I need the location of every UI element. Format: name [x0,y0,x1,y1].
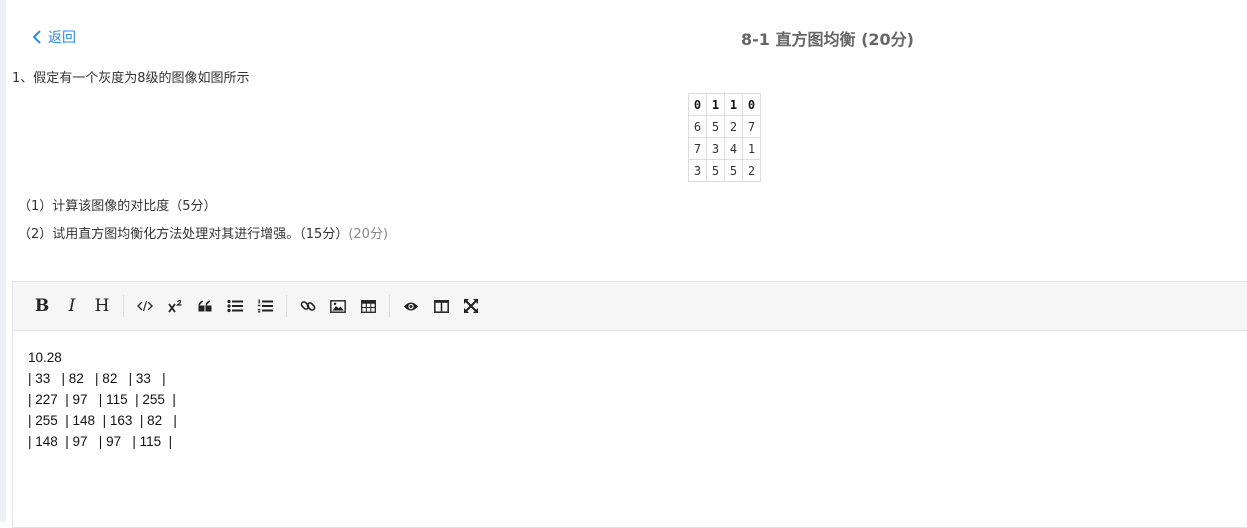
table-cell: 0 [742,93,761,116]
heading-button[interactable]: H [87,291,117,321]
page-title: 8-1 直方图均衡 (20分) [741,30,914,49]
table-cell: 3 [688,159,707,182]
gray-level-image-table: 0 1 1 0 6 5 2 7 7 3 4 1 3 5 5 2 [688,93,761,182]
markdown-editor: B I H 10.28 | 33 | 82 | 82 | 33 | | 227 … [12,281,1247,528]
table-cell: 2 [724,115,743,138]
bold-button[interactable]: B [27,291,57,321]
table-cell: 7 [742,115,761,138]
quote-icon [198,300,212,312]
table-cell: 6 [688,115,707,138]
back-button[interactable]: 返回 [32,27,76,47]
preview-button[interactable] [396,291,426,321]
table-cell: 2 [742,159,761,182]
toolbar-divider [123,295,124,317]
ordered-list-button[interactable] [250,291,280,321]
image-icon [330,299,346,313]
left-edge-bar [0,0,6,522]
chevron-left-icon [32,30,41,44]
table-row: 6 5 2 7 [688,115,761,138]
table-cell: 5 [706,115,725,138]
table-button[interactable] [353,291,383,321]
table-cell: 1 [706,93,725,116]
code-icon [137,300,153,312]
code-button[interactable] [130,291,160,321]
columns-icon [433,299,449,313]
bullet-list-button[interactable] [220,291,250,321]
question-intro: 1、假定有一个灰度为8级的图像如图所示 [12,71,250,86]
side-by-side-button[interactable] [426,291,456,321]
italic-button[interactable]: I [57,291,87,321]
fullscreen-button[interactable] [456,291,486,321]
table-header-row: 0 1 1 0 [688,93,761,116]
sub-question-1: （1）计算该图像的对比度（5分） [18,199,217,214]
ordered-list-icon [257,299,273,313]
table-cell: 7 [688,137,707,160]
editor-line: | 255 | 148 | 163 | 82 | [28,413,177,428]
heading-label: H [94,296,110,316]
sub-question-2-text: （2）试用直方图均衡化方法处理对其进行增强。（15分） [18,227,349,242]
italic-label: I [68,296,76,316]
toolbar-divider [286,295,287,317]
superscript-button[interactable] [160,291,190,321]
editor-line: | 33 | 82 | 82 | 33 | [28,371,166,386]
eye-icon [404,302,418,310]
editor-content-area[interactable]: 10.28 | 33 | 82 | 82 | 33 | | 227 | 97 | 1… [13,331,1247,452]
table-icon [360,299,376,313]
bold-label: B [34,296,50,316]
link-icon [300,301,316,311]
table-cell: 5 [706,159,725,182]
table-cell: 3 [706,137,725,160]
link-button[interactable] [293,291,323,321]
back-label: 返回 [48,30,76,46]
question-score: (20分) [348,227,389,242]
table-row: 3 5 5 2 [688,159,761,182]
expand-icon [464,299,478,313]
table-cell: 1 [724,93,743,116]
quote-button[interactable] [190,291,220,321]
toolbar-divider [389,295,390,317]
superscript-icon [168,299,182,313]
table-cell: 0 [688,93,707,116]
sub-question-2: （2）试用直方图均衡化方法处理对其进行增强。（15分）(20分) [18,223,388,242]
editor-line: | 148 | 97 | 97 | 115 | [28,434,173,449]
image-button[interactable] [323,291,353,321]
table-cell: 4 [724,137,743,160]
editor-toolbar: B I H [13,282,1247,331]
bullet-list-icon [227,299,243,313]
table-cell: 5 [724,159,743,182]
table-cell: 1 [742,137,761,160]
table-row: 7 3 4 1 [688,137,761,160]
editor-line: 10.28 [28,350,62,365]
editor-line: | 227 | 97 | 115 | 255 | [28,392,176,407]
